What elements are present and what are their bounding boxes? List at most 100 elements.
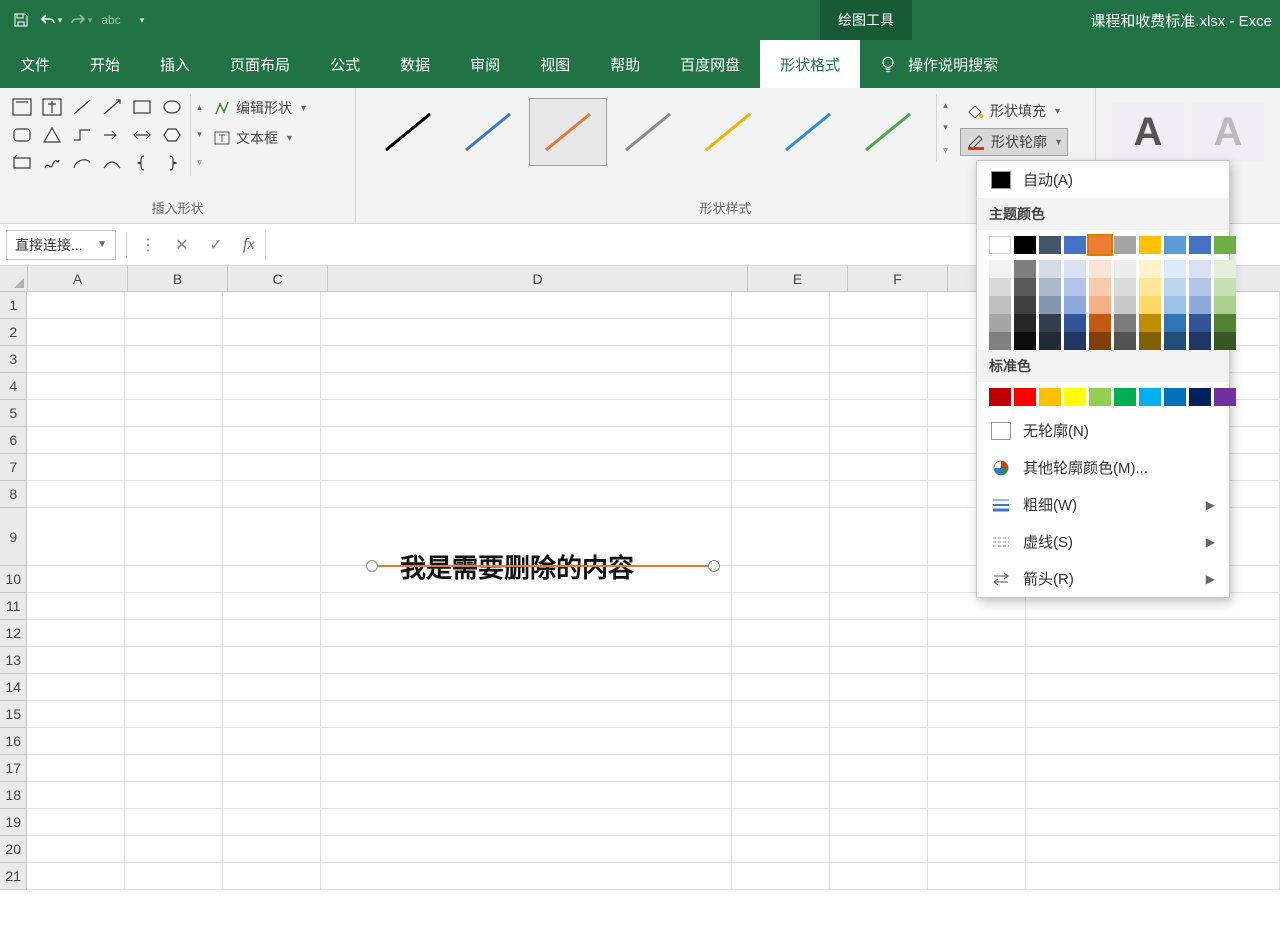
cell[interactable] [321, 728, 732, 755]
shapes-gallery[interactable] [8, 94, 186, 176]
cell[interactable] [732, 620, 830, 647]
shape-style-thumb[interactable] [449, 98, 527, 166]
color-swatch[interactable] [1064, 278, 1086, 296]
cell[interactable] [732, 454, 830, 481]
edit-shape-button[interactable]: 编辑形状 ▾ [212, 96, 308, 120]
cell[interactable] [928, 620, 1026, 647]
color-swatch[interactable] [1039, 296, 1061, 314]
color-swatch[interactable] [1214, 278, 1236, 296]
color-swatch[interactable] [989, 236, 1011, 254]
cell[interactable] [830, 427, 928, 454]
cell[interactable] [27, 836, 125, 863]
tab-home[interactable]: 开始 [70, 40, 140, 88]
cell[interactable] [125, 728, 223, 755]
cell[interactable] [27, 481, 125, 508]
color-swatch[interactable] [1139, 314, 1161, 332]
tab-review[interactable]: 审阅 [450, 40, 520, 88]
cell[interactable] [27, 863, 125, 890]
color-swatch[interactable] [1164, 332, 1186, 350]
column-header[interactable]: D [328, 266, 748, 291]
color-swatch[interactable] [1064, 388, 1086, 406]
cell[interactable] [1026, 674, 1280, 701]
column-header[interactable]: C [228, 266, 328, 291]
cell[interactable] [732, 508, 830, 566]
text-box-button[interactable]: 文本框 ▾ [212, 126, 308, 150]
outline-arrows-item[interactable]: 箭头(R) ▶ [977, 560, 1229, 597]
cell[interactable] [1026, 620, 1280, 647]
cell[interactable] [1026, 701, 1280, 728]
color-swatch[interactable] [1189, 260, 1211, 278]
shape-handle-left[interactable] [366, 560, 378, 572]
color-swatch[interactable] [989, 314, 1011, 332]
no-outline-item[interactable]: 无轮廓(N) [977, 412, 1229, 449]
cell[interactable] [321, 319, 732, 346]
row-header[interactable]: 13 [0, 647, 27, 674]
cell[interactable] [321, 863, 732, 890]
cell[interactable] [1026, 755, 1280, 782]
column-header[interactable]: F [848, 266, 948, 291]
row-header[interactable]: 7 [0, 454, 27, 481]
color-swatch[interactable] [1014, 388, 1036, 406]
cell[interactable] [732, 346, 830, 373]
cell[interactable] [223, 454, 321, 481]
shape-hexagon-icon[interactable] [158, 122, 186, 148]
color-swatch[interactable] [1014, 236, 1036, 254]
color-swatch[interactable] [1014, 260, 1036, 278]
cell[interactable] [321, 836, 732, 863]
cell[interactable] [732, 566, 830, 593]
color-swatch[interactable] [1139, 278, 1161, 296]
column-header[interactable]: B [128, 266, 228, 291]
cell[interactable] [1026, 647, 1280, 674]
shape-oval-icon[interactable] [158, 94, 186, 120]
cell[interactable] [27, 593, 125, 620]
row-header[interactable]: 8 [0, 481, 27, 508]
cell[interactable] [732, 674, 830, 701]
color-swatch[interactable] [989, 278, 1011, 296]
cell[interactable] [732, 319, 830, 346]
cell[interactable] [732, 836, 830, 863]
cell[interactable] [125, 620, 223, 647]
cell[interactable] [830, 728, 928, 755]
cell[interactable] [830, 647, 928, 674]
cell[interactable] [27, 508, 125, 566]
color-swatch[interactable] [1189, 388, 1211, 406]
row-header[interactable]: 21 [0, 863, 27, 890]
cell[interactable] [732, 782, 830, 809]
cell[interactable] [732, 481, 830, 508]
cell[interactable] [321, 400, 732, 427]
color-swatch[interactable] [1139, 236, 1161, 254]
cell[interactable] [125, 863, 223, 890]
cell[interactable] [125, 836, 223, 863]
cell[interactable] [125, 292, 223, 319]
shape-arc-icon[interactable] [68, 150, 96, 176]
shape-textbox-icon[interactable] [8, 94, 36, 120]
row-header[interactable]: 14 [0, 674, 27, 701]
cell[interactable] [223, 647, 321, 674]
row-header[interactable]: 3 [0, 346, 27, 373]
shape-style-thumb[interactable] [529, 98, 607, 166]
cell[interactable] [830, 346, 928, 373]
cell[interactable] [928, 647, 1026, 674]
row-header[interactable]: 20 [0, 836, 27, 863]
cell[interactable] [125, 809, 223, 836]
color-swatch[interactable] [1214, 236, 1236, 254]
cell[interactable] [1026, 836, 1280, 863]
color-swatch[interactable] [1039, 388, 1061, 406]
tab-shape-format[interactable]: 形状格式 [760, 40, 860, 88]
cell[interactable] [928, 782, 1026, 809]
color-swatch[interactable] [1139, 296, 1161, 314]
cell[interactable] [321, 593, 732, 620]
cell[interactable] [125, 593, 223, 620]
color-swatch[interactable] [1164, 260, 1186, 278]
cell[interactable] [27, 728, 125, 755]
cell[interactable] [223, 292, 321, 319]
row-header[interactable]: 15 [0, 701, 27, 728]
cell[interactable] [27, 454, 125, 481]
cell[interactable] [928, 728, 1026, 755]
select-all-corner[interactable] [0, 266, 28, 291]
color-swatch[interactable] [1214, 332, 1236, 350]
cell[interactable] [830, 481, 928, 508]
row-header[interactable]: 11 [0, 593, 27, 620]
shape-outline-button[interactable]: 形状轮廓 ▾ [960, 128, 1068, 156]
undo-button[interactable]: ▾ [38, 7, 64, 33]
